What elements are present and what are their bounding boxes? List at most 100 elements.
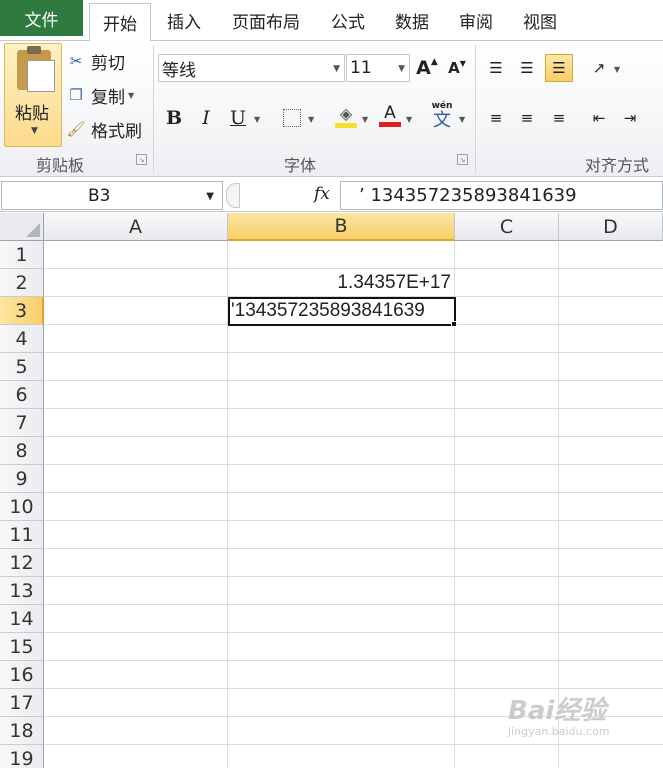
alignment-group-label: 对齐方式	[585, 156, 650, 175]
align-center-button[interactable]: ≡	[513, 104, 541, 132]
tab-page-layout[interactable]: 页面布局	[222, 5, 310, 36]
borders-button[interactable]	[278, 104, 306, 132]
row-header-18[interactable]: 18	[0, 717, 44, 745]
font-color-button[interactable]: A	[376, 102, 404, 130]
row-header-1[interactable]: 1	[0, 241, 44, 269]
chevron-down-icon[interactable]: ▼	[206, 191, 214, 202]
row-header-8[interactable]: 8	[0, 437, 44, 465]
cut-label: 剪切	[91, 53, 125, 74]
chevron-down-icon[interactable]: ▼	[459, 115, 465, 124]
row-header-3[interactable]: 3	[0, 297, 44, 325]
phonetic-guide-button[interactable]: wén 文	[428, 101, 456, 131]
row-header-15[interactable]: 15	[0, 633, 44, 661]
shrink-font-icon: A	[448, 59, 460, 77]
row-gridline	[44, 492, 663, 493]
decrease-indent-icon: ⇤	[592, 109, 606, 127]
row-header-14[interactable]: 14	[0, 605, 44, 633]
chevron-down-icon[interactable]: ▼	[128, 91, 134, 100]
font-name-select[interactable]: 等线 ▼	[158, 54, 345, 82]
align-right-button[interactable]: ≡	[545, 104, 573, 132]
chevron-down-icon[interactable]: ▼	[362, 115, 368, 124]
cut-button[interactable]: ✂ 剪切	[66, 47, 125, 75]
worksheet-grid[interactable]: A B C D 1 2 3 4 5 6 7 8 9 10 11 12 13 14 15 16 17 18 19 1.…	[0, 213, 663, 768]
align-bottom-button[interactable]: ☰	[545, 54, 573, 82]
chevron-down-icon[interactable]: ▼	[308, 115, 314, 124]
grow-font-button[interactable]: A ▲	[413, 54, 441, 82]
tab-formulas[interactable]: 公式	[320, 5, 376, 36]
column-header-c[interactable]: C	[455, 213, 559, 241]
tab-file[interactable]: 文件	[0, 0, 83, 36]
active-cell-border	[228, 297, 456, 326]
row-header-7[interactable]: 7	[0, 409, 44, 437]
decrease-indent-button[interactable]: ⇤	[585, 104, 613, 132]
formula-bar-splitter[interactable]	[226, 183, 240, 208]
tab-home[interactable]: 开始	[89, 3, 151, 41]
row-header-2[interactable]: 2	[0, 269, 44, 297]
name-box-value: B3	[88, 185, 111, 206]
column-header-b[interactable]: B	[228, 213, 455, 241]
align-top-icon: ☰	[489, 59, 503, 77]
italic-button[interactable]: I	[192, 104, 220, 132]
paste-button[interactable]: 粘贴 ▼	[4, 43, 62, 147]
row-header-17[interactable]: 17	[0, 689, 44, 717]
tab-review[interactable]: 审阅	[448, 5, 504, 36]
ribbon-home: 粘贴 ▼ ✂ 剪切 ❐ 复制 ▼ 🖌 格式刷 剪贴板 ↘ 等线 ▼ 11 ▼ A…	[0, 40, 663, 177]
formula-input[interactable]: ’ 134357235893841639	[340, 181, 663, 210]
paintbrush-icon: 🖌	[66, 120, 86, 138]
underline-button[interactable]: U	[224, 104, 252, 132]
row-gridline	[44, 688, 663, 689]
cell-b2[interactable]: 1.34357E+17	[229, 269, 451, 297]
chevron-down-icon[interactable]: ▼	[254, 115, 260, 124]
bold-button[interactable]: B	[160, 104, 188, 132]
row-header-11[interactable]: 11	[0, 521, 44, 549]
row-gridline	[44, 464, 663, 465]
caret-up-icon: ▲	[430, 57, 438, 67]
watermark-url: jingyan.baidu.com	[508, 725, 610, 738]
row-header-10[interactable]: 10	[0, 493, 44, 521]
tab-insert[interactable]: 插入	[155, 5, 213, 36]
row-header-5[interactable]: 5	[0, 353, 44, 381]
row-header-9[interactable]: 9	[0, 465, 44, 493]
fill-color-swatch	[335, 123, 357, 128]
align-left-button[interactable]: ≡	[482, 104, 510, 132]
increase-indent-button[interactable]: ⇥	[616, 104, 644, 132]
row-gridline	[44, 352, 663, 353]
column-header-d[interactable]: D	[559, 213, 663, 241]
increase-indent-icon: ⇥	[623, 109, 637, 127]
align-middle-button[interactable]: ☰	[513, 54, 541, 82]
chevron-down-icon: ▼	[31, 126, 38, 136]
clipboard-group-label: 剪贴板	[36, 156, 85, 175]
name-box[interactable]: B3 ▼	[1, 181, 223, 210]
row-gridline	[44, 380, 663, 381]
orientation-button[interactable]: ↗	[585, 54, 613, 82]
grow-font-icon: A	[416, 57, 431, 79]
row-header-13[interactable]: 13	[0, 577, 44, 605]
fill-handle[interactable]	[451, 321, 457, 327]
row-gridline	[44, 520, 663, 521]
excel-window: 文件 开始 插入 页面布局 公式 数据 审阅 视图 粘贴 ▼ ✂ 剪切 ❐ 复制…	[0, 0, 663, 768]
insert-function-icon[interactable]: fx	[314, 184, 330, 204]
dialog-launcher-icon[interactable]: ↘	[136, 154, 147, 165]
fill-color-button[interactable]: ◈	[332, 102, 360, 130]
format-painter-button[interactable]: 🖌 格式刷	[66, 115, 142, 143]
column-header-a[interactable]: A	[44, 213, 228, 241]
row-header-16[interactable]: 16	[0, 661, 44, 689]
paper-icon	[27, 60, 55, 92]
copy-button[interactable]: ❐ 复制 ▼	[66, 81, 134, 109]
row-header-4[interactable]: 4	[0, 325, 44, 353]
align-top-button[interactable]: ☰	[482, 54, 510, 82]
row-header-12[interactable]: 12	[0, 549, 44, 577]
tab-data[interactable]: 数据	[384, 5, 440, 36]
dialog-launcher-icon[interactable]: ↘	[457, 154, 468, 165]
row-header-19[interactable]: 19	[0, 745, 44, 768]
chevron-down-icon[interactable]: ▼	[614, 65, 620, 74]
select-all-button[interactable]	[0, 213, 44, 241]
font-size-select[interactable]: 11 ▼	[346, 54, 410, 82]
row-gridline	[44, 436, 663, 437]
tab-view[interactable]: 视图	[512, 5, 568, 36]
shrink-font-button[interactable]: A ▼	[443, 54, 471, 82]
border-icon	[283, 109, 301, 127]
phonetic-guide-char: 文	[433, 109, 451, 131]
chevron-down-icon[interactable]: ▼	[406, 115, 412, 124]
row-header-6[interactable]: 6	[0, 381, 44, 409]
